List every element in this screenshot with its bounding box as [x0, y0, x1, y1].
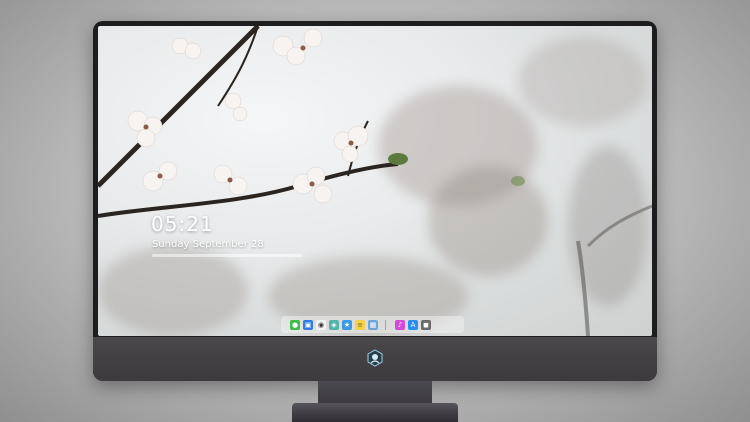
- app-store-icon[interactable]: A: [408, 319, 418, 330]
- preview-icon[interactable]: ▦: [368, 319, 378, 330]
- blossom-branches: [98, 26, 652, 336]
- safari-icon[interactable]: ◉: [316, 319, 326, 330]
- itunes-icon[interactable]: ♪: [395, 319, 405, 330]
- finder-icon[interactable]: ▣: [303, 319, 313, 330]
- messages-icon[interactable]: ●: [290, 319, 300, 330]
- camera-icon[interactable]: ◼: [421, 319, 431, 330]
- dock: ● ▣ ◉ ◈ ★ ≡ ▦ ♪ A ◼: [281, 316, 464, 333]
- monitor-stand-foot: [292, 403, 458, 422]
- maps-icon[interactable]: ◈: [329, 319, 339, 330]
- lock-screen-subtext-bar: [152, 254, 302, 257]
- desktop-wallpaper: [98, 26, 652, 336]
- imovie-icon[interactable]: ★: [342, 319, 352, 330]
- notes-icon[interactable]: ≡: [355, 319, 365, 330]
- dock-separator: [385, 319, 386, 330]
- lock-screen-time: 05:21: [151, 212, 214, 236]
- lock-screen-date: Sunday September 28: [152, 239, 264, 250]
- brand-logo-icon: [367, 349, 383, 367]
